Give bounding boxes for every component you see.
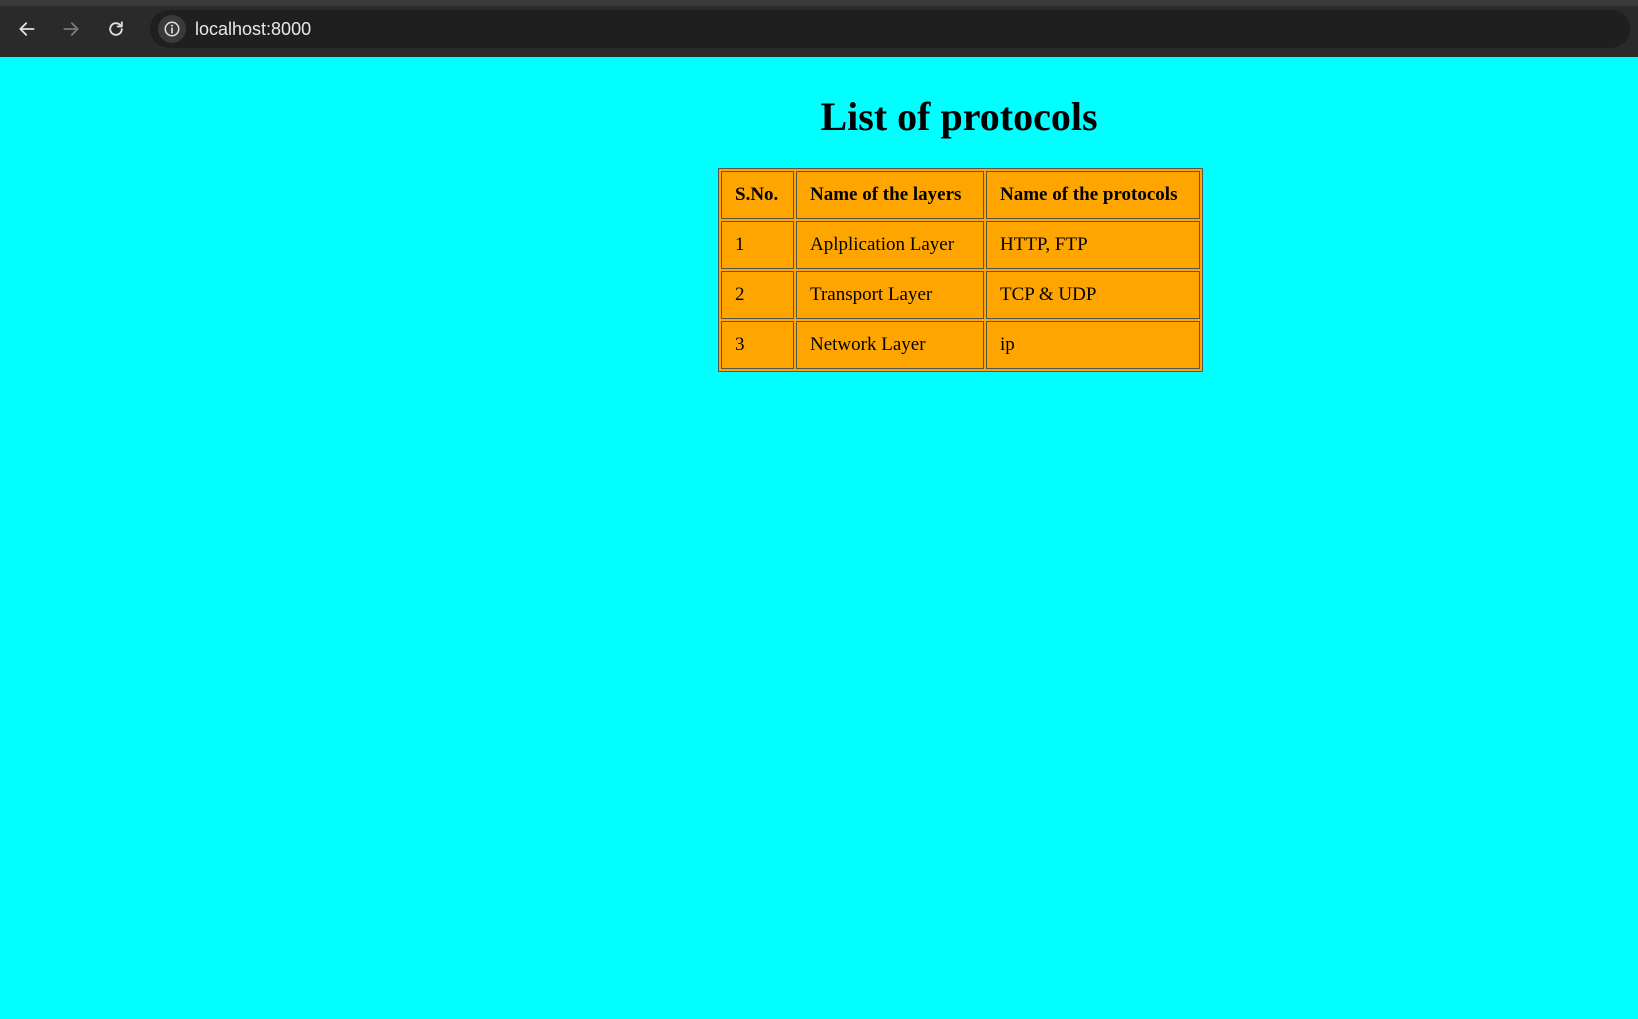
site-info-button[interactable] — [158, 15, 186, 43]
table-header-row: S.No. Name of the layers Name of the pro… — [721, 171, 1200, 219]
table-row: 2 Transport Layer TCP & UDP — [721, 271, 1200, 319]
page-title: List of protocols — [820, 94, 1098, 139]
reload-button[interactable] — [101, 14, 131, 44]
arrow-right-icon — [63, 22, 79, 36]
table-row: 1 Aplplication Layer HTTP, FTP — [721, 221, 1200, 269]
cell-protocol-name: TCP & UDP — [986, 271, 1200, 319]
cell-sno: 2 — [721, 271, 794, 319]
address-bar[interactable]: localhost:8000 — [150, 10, 1630, 48]
header-sno: S.No. — [721, 171, 794, 219]
back-button[interactable] — [12, 14, 42, 44]
cell-sno: 3 — [721, 321, 794, 369]
header-protocol-name: Name of the protocols — [986, 171, 1200, 219]
table-row: 3 Network Layer ip — [721, 321, 1200, 369]
cell-layer-name: Aplplication Layer — [796, 221, 984, 269]
url-text[interactable]: localhost:8000 — [195, 19, 311, 39]
page-content: List of protocols S.No. Name of the laye… — [0, 57, 1638, 1019]
info-icon — [164, 21, 180, 37]
arrow-left-icon — [19, 22, 35, 36]
cell-layer-name: Network Layer — [796, 321, 984, 369]
cell-protocol-name: HTTP, FTP — [986, 221, 1200, 269]
forward-button[interactable] — [56, 14, 86, 44]
header-layer-name: Name of the layers — [796, 171, 984, 219]
cell-layer-name: Transport Layer — [796, 271, 984, 319]
browser-toolbar: localhost:8000 — [0, 0, 1638, 57]
protocol-table: S.No. Name of the layers Name of the pro… — [718, 168, 1203, 372]
cell-protocol-name: ip — [986, 321, 1200, 369]
cell-sno: 1 — [721, 221, 794, 269]
reload-icon — [109, 21, 123, 36]
